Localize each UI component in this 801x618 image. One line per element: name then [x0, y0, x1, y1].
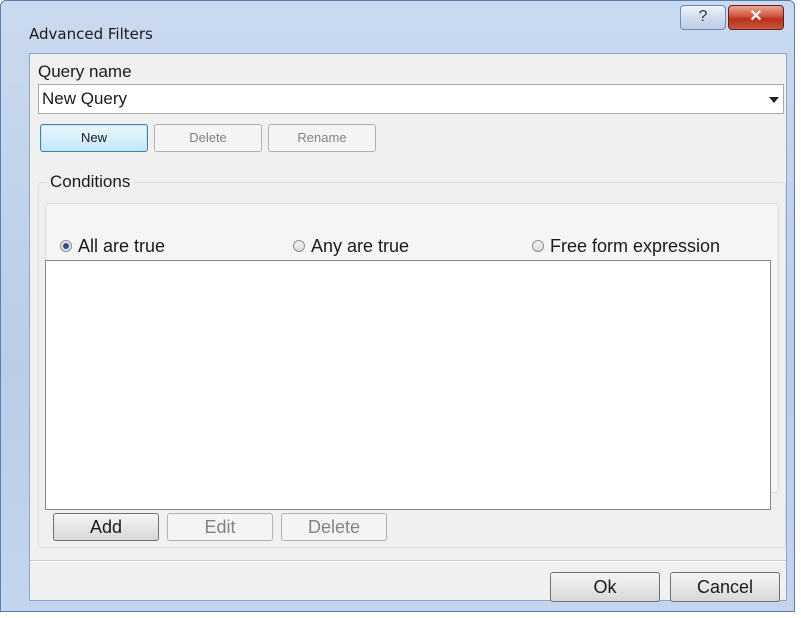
radio-free-form-expression[interactable]: Free form expression: [532, 236, 720, 256]
footer-divider: [30, 560, 786, 562]
rename-query-button[interactable]: Rename: [268, 124, 376, 152]
dialog-body: Query name New Query New Delete Rename C…: [29, 53, 787, 602]
close-button[interactable]: ✕: [728, 5, 784, 30]
radio-unchecked-icon: [293, 240, 305, 252]
rename-query-label: Rename: [297, 130, 347, 145]
delete-condition-button[interactable]: Delete: [281, 513, 387, 541]
cancel-button[interactable]: Cancel: [670, 572, 780, 602]
delete-query-button[interactable]: Delete: [154, 124, 262, 152]
edit-condition-label: Edit: [204, 517, 236, 537]
conditions-list[interactable]: [45, 260, 771, 510]
ok-label: Ok: [593, 577, 617, 597]
conditions-group: Conditions All are true Any are true Fre…: [38, 172, 786, 548]
new-query-label: New: [80, 130, 107, 145]
edit-condition-button[interactable]: Edit: [167, 513, 273, 541]
query-name-dropdown[interactable]: New Query: [38, 84, 784, 114]
radio-any-label: Any are true: [311, 235, 410, 256]
radio-unchecked-icon: [532, 240, 544, 252]
radio-all-are-true[interactable]: All are true: [60, 236, 165, 256]
query-name-label: Query name: [38, 62, 132, 81]
delete-query-label: Delete: [189, 130, 227, 145]
radio-checked-icon: [60, 240, 72, 252]
add-condition-label: Add: [89, 517, 123, 537]
close-icon: ✕: [749, 8, 763, 25]
delete-condition-label: Delete: [307, 517, 361, 537]
ok-button[interactable]: Ok: [550, 572, 660, 602]
advanced-filters-dialog: Advanced Filters ? ✕ Query name New Quer…: [0, 0, 795, 612]
window-title: Advanced Filters: [29, 25, 153, 43]
conditions-legend: Conditions: [47, 172, 134, 192]
title-bar[interactable]: Advanced Filters ? ✕: [1, 1, 794, 49]
chevron-down-icon[interactable]: [769, 97, 779, 103]
radio-all-label: All are true: [78, 235, 166, 256]
cancel-label: Cancel: [696, 577, 754, 597]
help-button[interactable]: ?: [680, 5, 726, 30]
radio-any-are-true[interactable]: Any are true: [293, 236, 409, 256]
conditions-panel: All are true Any are true Free form expr…: [45, 203, 779, 510]
add-condition-button[interactable]: Add: [53, 513, 159, 541]
query-name-value: New Query: [42, 89, 128, 108]
radio-free-form-label: Free form expression: [550, 235, 721, 256]
new-query-button[interactable]: New: [40, 124, 148, 152]
help-icon: ?: [698, 8, 708, 25]
